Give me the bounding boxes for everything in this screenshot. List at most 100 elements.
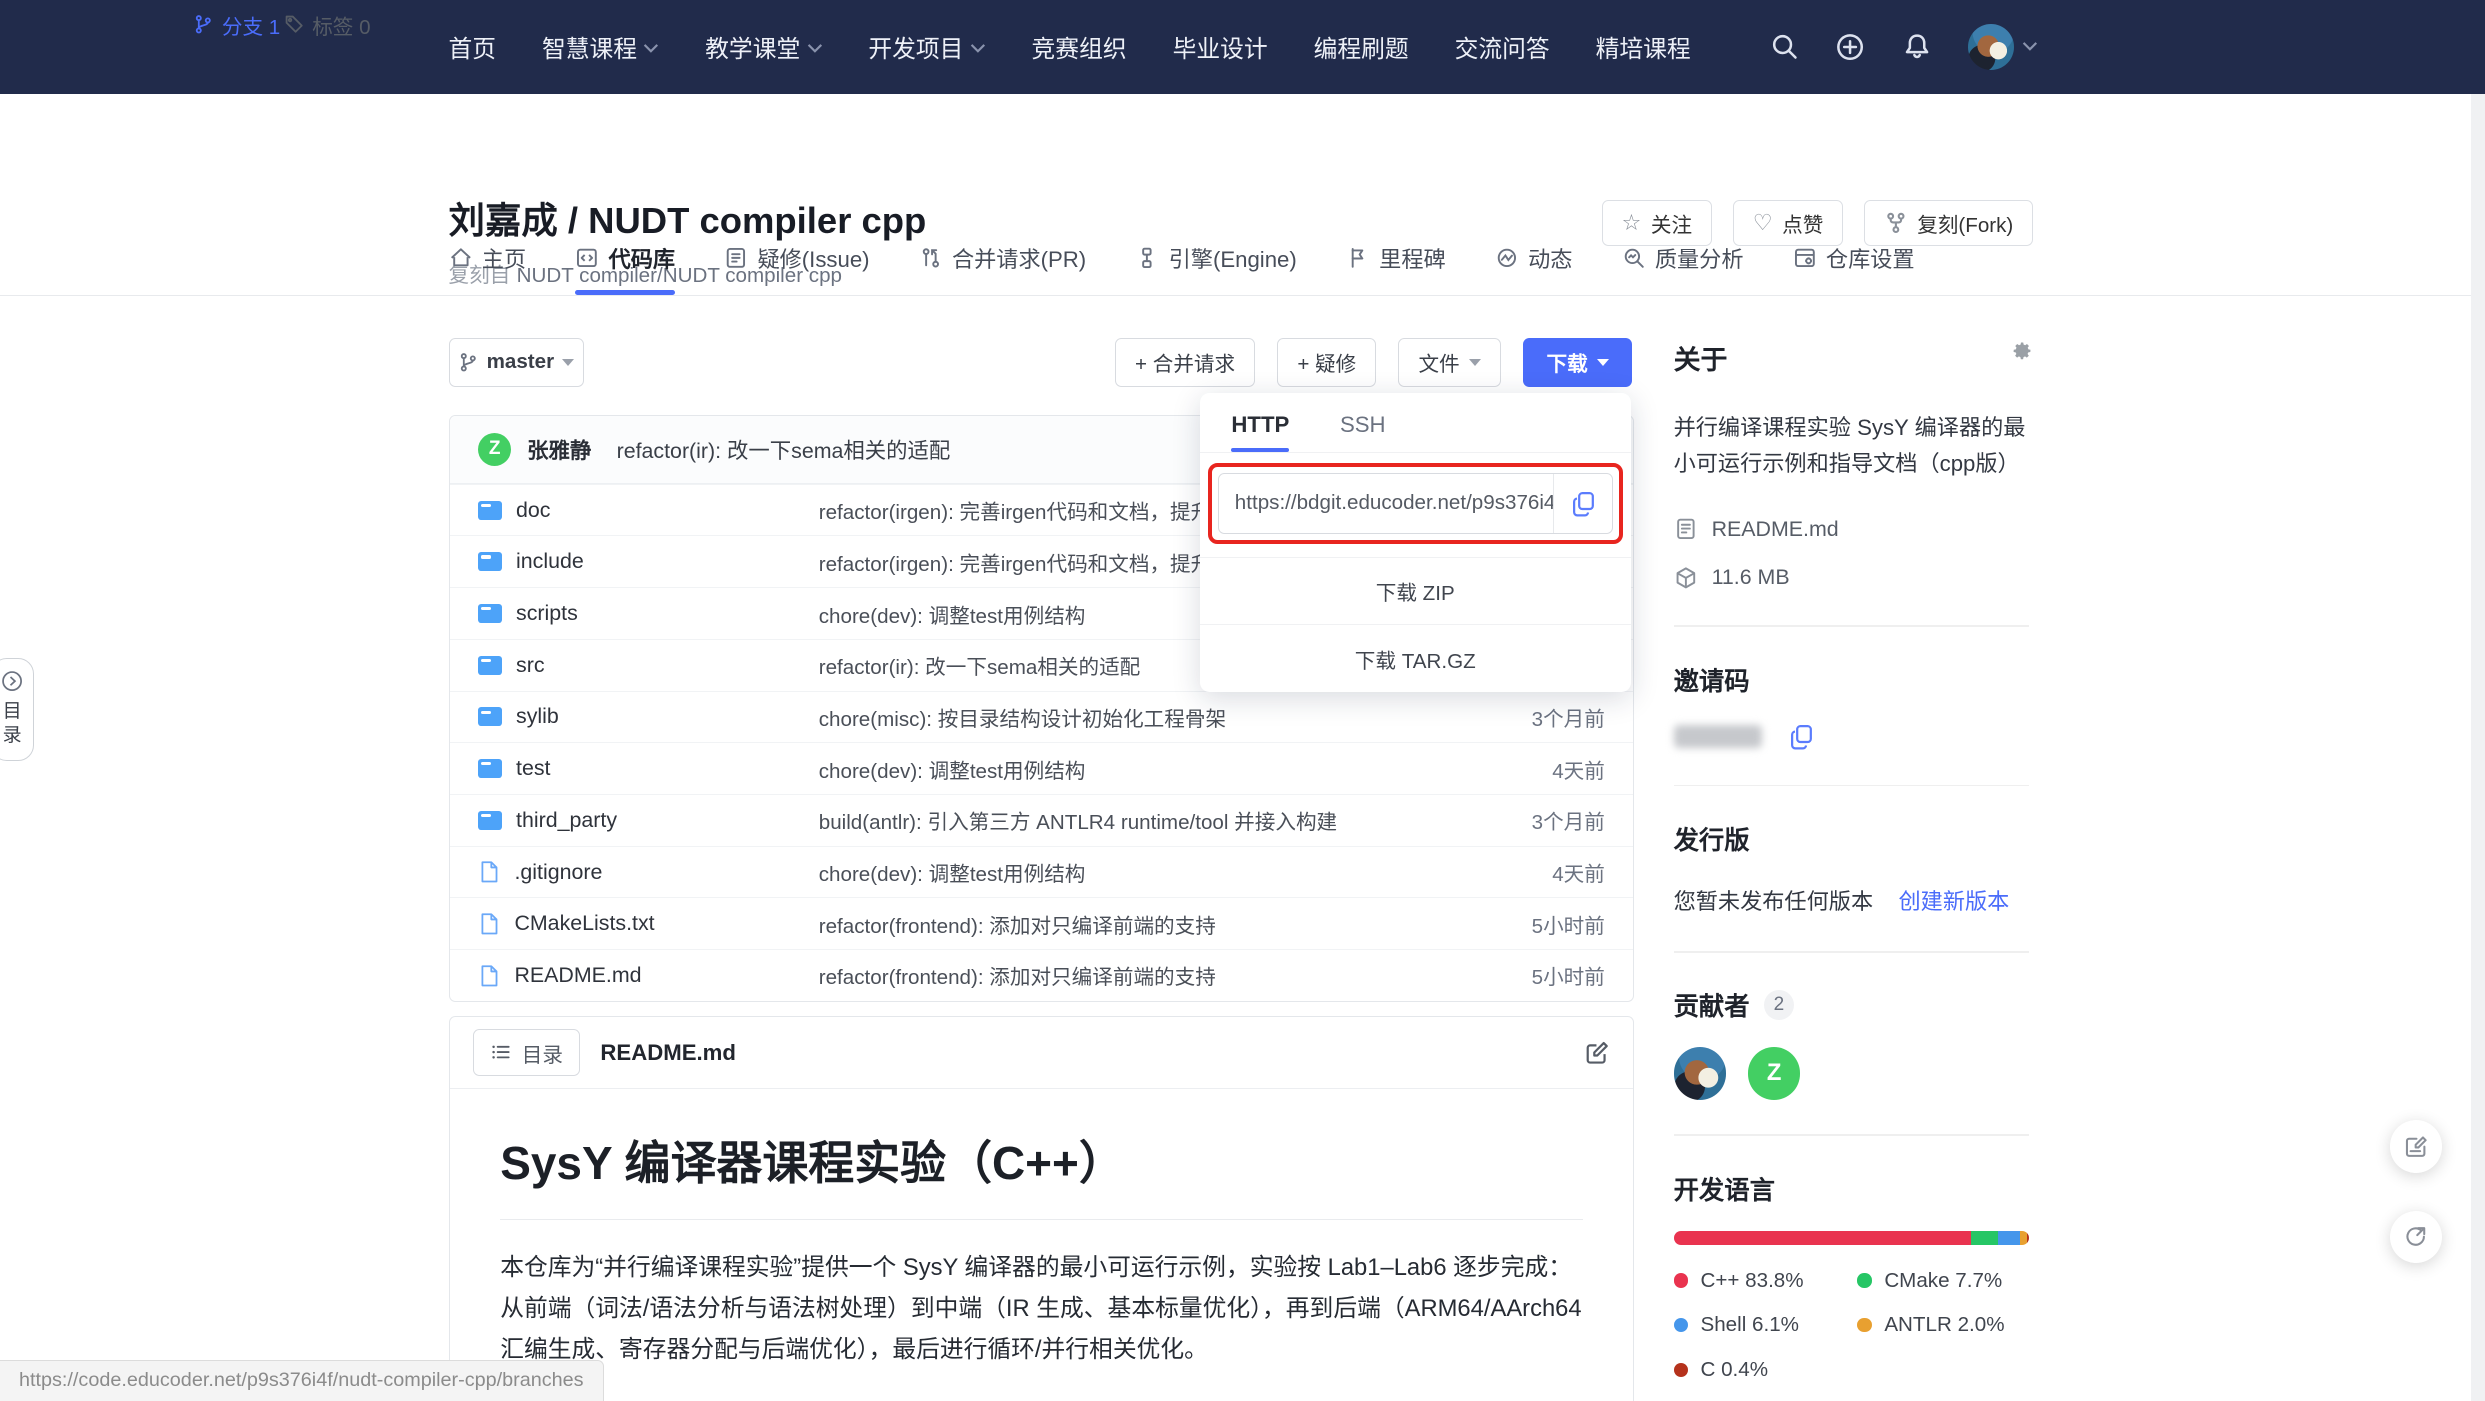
table-row[interactable]: CMakeLists.txt refactor(frontend): 添加对只编… <box>450 897 1634 949</box>
clone-url-input[interactable]: https://bdgit.educoder.net/p9s376i4 <box>1219 474 1554 533</box>
circled-chevron-right-icon <box>1 670 23 692</box>
file-name[interactable]: test <box>516 756 550 781</box>
releases-title: 发行版 <box>1674 821 2029 857</box>
plus-circle-icon[interactable] <box>1835 32 1865 62</box>
tab-milestones[interactable]: 里程碑 <box>1346 242 1446 295</box>
tab-repository[interactable]: 代码库 <box>575 242 675 295</box>
language-bar-segment <box>1998 1231 2020 1245</box>
tab-repo-settings[interactable]: 仓库设置 <box>1793 242 1915 295</box>
commit-message[interactable]: chore(misc): 按目录结构设计初始化工程骨架 <box>819 702 1478 732</box>
like-label: 点赞 <box>1782 208 1823 238</box>
contributors-title: 贡献者 <box>1674 987 1750 1023</box>
table-row[interactable]: README.md refactor(frontend): 添加对只编译前端的支… <box>450 949 1634 1001</box>
chevron-down-icon <box>807 43 823 54</box>
readme-link[interactable]: README.md <box>1674 517 2029 542</box>
toc-button[interactable]: 目录 <box>473 1029 580 1075</box>
tab-label: 质量分析 <box>1655 242 1744 274</box>
repo-settings-icon <box>1793 246 1817 270</box>
scrollbar[interactable] <box>2471 94 2485 1401</box>
commit-message[interactable]: refactor(ir): 改一下sema相关的适配 <box>617 434 951 465</box>
nav-item-qa[interactable]: 交流问答 <box>1455 29 1550 64</box>
file-name[interactable]: sylib <box>516 704 559 729</box>
divider <box>1674 951 2029 953</box>
readme-h1: SysY 编译器课程实验（C++） <box>500 1127 1582 1219</box>
tags-label: 标签 0 <box>312 10 370 40</box>
watch-button[interactable]: ☆关注 <box>1602 200 1713 246</box>
quality-analysis-icon <box>1622 246 1646 270</box>
download-targz-item[interactable]: 下载 TAR.GZ <box>1200 624 1631 692</box>
repo-size-value: 11.6 MB <box>1712 565 1790 590</box>
repo-description: 并行编译课程实验 SysY 编译器的最小可运行示例和指导文档（cpp版） <box>1674 410 2029 482</box>
language-dot <box>1857 1273 1871 1287</box>
commit-message[interactable]: refactor(frontend): 添加对只编译前端的支持 <box>819 909 1478 939</box>
download-label: 下载 <box>1547 347 1588 377</box>
download-button[interactable]: 下载 <box>1523 338 1632 388</box>
file-name[interactable]: third_party <box>516 808 617 833</box>
copy-invite-button[interactable] <box>1788 723 1815 750</box>
table-row[interactable]: test chore(dev): 调整test用例结构 4天前 <box>450 742 1634 794</box>
tags-link[interactable]: 标签 0 <box>284 10 371 40</box>
like-button[interactable]: ♡点赞 <box>1733 200 1844 246</box>
file-name[interactable]: src <box>516 653 545 678</box>
language-item: C++ 83.8% <box>1674 1269 1845 1293</box>
nav-item-dev-projects[interactable]: 开发项目 <box>868 29 985 64</box>
file-name[interactable]: doc <box>516 498 550 523</box>
nav-item-graduation[interactable]: 毕业设计 <box>1173 29 1268 64</box>
search-icon[interactable] <box>1770 32 1799 61</box>
table-row[interactable]: third_party build(antlr): 引入第三方 ANTLR4 r… <box>450 794 1634 846</box>
contributor-avatar[interactable]: Z <box>1748 1047 1800 1099</box>
contributor-avatar[interactable] <box>1674 1047 1726 1099</box>
toc-side-tab[interactable]: 目录 <box>0 658 34 761</box>
commit-message[interactable]: build(antlr): 引入第三方 ANTLR4 runtime/tool … <box>819 805 1478 835</box>
create-release-link[interactable]: 创建新版本 <box>1898 884 2009 916</box>
tab-pull-requests[interactable]: 合并请求(PR) <box>919 242 1087 295</box>
nav-item-smart-courses[interactable]: 智慧课程 <box>542 29 659 64</box>
copy-url-button[interactable] <box>1553 474 1611 533</box>
user-menu[interactable] <box>1968 24 2038 70</box>
edit-icon[interactable] <box>1583 1039 1610 1066</box>
bell-icon[interactable] <box>1902 32 1932 62</box>
readme-paragraph-line2: 从前端（词法/语法分析与语法树处理）到中端（IR 生成、基本标量优化），再到后端… <box>500 1295 1581 1363</box>
nav-item-competitions[interactable]: 竞赛组织 <box>1032 29 1127 64</box>
nav-item-teaching[interactable]: 教学课堂 <box>705 29 822 64</box>
commit-date: 3个月前 <box>1478 702 1605 732</box>
file-name[interactable]: README.md <box>514 963 641 988</box>
gear-icon[interactable] <box>2010 339 2035 364</box>
table-row[interactable]: .gitignore chore(dev): 调整test用例结构 4天前 <box>450 846 1634 898</box>
tab-activity[interactable]: 动态 <box>1495 242 1573 295</box>
branches-link[interactable]: 分支 1 <box>193 10 280 40</box>
branch-selector[interactable]: master <box>449 338 584 388</box>
nav-item-coding-practice[interactable]: 编程刷题 <box>1314 29 1409 64</box>
commit-author-avatar[interactable]: Z <box>478 433 511 466</box>
commit-message[interactable]: chore(dev): 调整test用例结构 <box>819 754 1478 784</box>
nav-item-training[interactable]: 精培课程 <box>1596 29 1691 64</box>
commit-author[interactable]: 张雅静 <box>527 434 591 465</box>
feedback-button[interactable] <box>2390 1120 2442 1172</box>
commit-message[interactable]: refactor(frontend): 添加对只编译前端的支持 <box>819 960 1478 990</box>
avatar[interactable] <box>1968 24 2014 70</box>
file-menu-button[interactable]: 文件 <box>1398 338 1501 388</box>
new-issue-button[interactable]: + 疑修 <box>1277 338 1376 388</box>
download-zip-item[interactable]: 下载 ZIP <box>1200 557 1631 625</box>
tab-quality-analysis[interactable]: 质量分析 <box>1622 242 1744 295</box>
file-name[interactable]: scripts <box>516 601 578 626</box>
file-name[interactable]: CMakeLists.txt <box>514 911 654 936</box>
new-pr-button[interactable]: + 合并请求 <box>1115 338 1255 388</box>
tab-home[interactable]: 主页 <box>449 242 527 295</box>
activity-icon <box>1495 246 1519 270</box>
tab-ssh[interactable]: SSH <box>1340 412 1386 452</box>
fork-button[interactable]: 复刻(Fork) <box>1864 200 2033 246</box>
share-refresh-button[interactable] <box>2390 1211 2442 1263</box>
top-navbar: 首页 智慧课程 教学课堂 开发项目 竞赛组织 毕业设计 编程刷题 交流问答 精培… <box>0 0 2485 94</box>
tab-engine[interactable]: 引擎(Engine) <box>1135 242 1296 295</box>
folder-icon <box>478 552 502 571</box>
tab-http[interactable]: HTTP <box>1231 412 1289 452</box>
nav-item-home[interactable]: 首页 <box>449 29 497 64</box>
tab-issues[interactable]: 疑修(Issue) <box>724 242 869 295</box>
table-row[interactable]: sylib chore(misc): 按目录结构设计初始化工程骨架 3个月前 <box>450 691 1634 743</box>
commit-message[interactable]: chore(dev): 调整test用例结构 <box>819 857 1478 887</box>
file-name[interactable]: include <box>516 549 584 574</box>
folder-icon <box>478 811 502 830</box>
home-icon <box>449 246 473 270</box>
file-name[interactable]: .gitignore <box>514 860 602 885</box>
